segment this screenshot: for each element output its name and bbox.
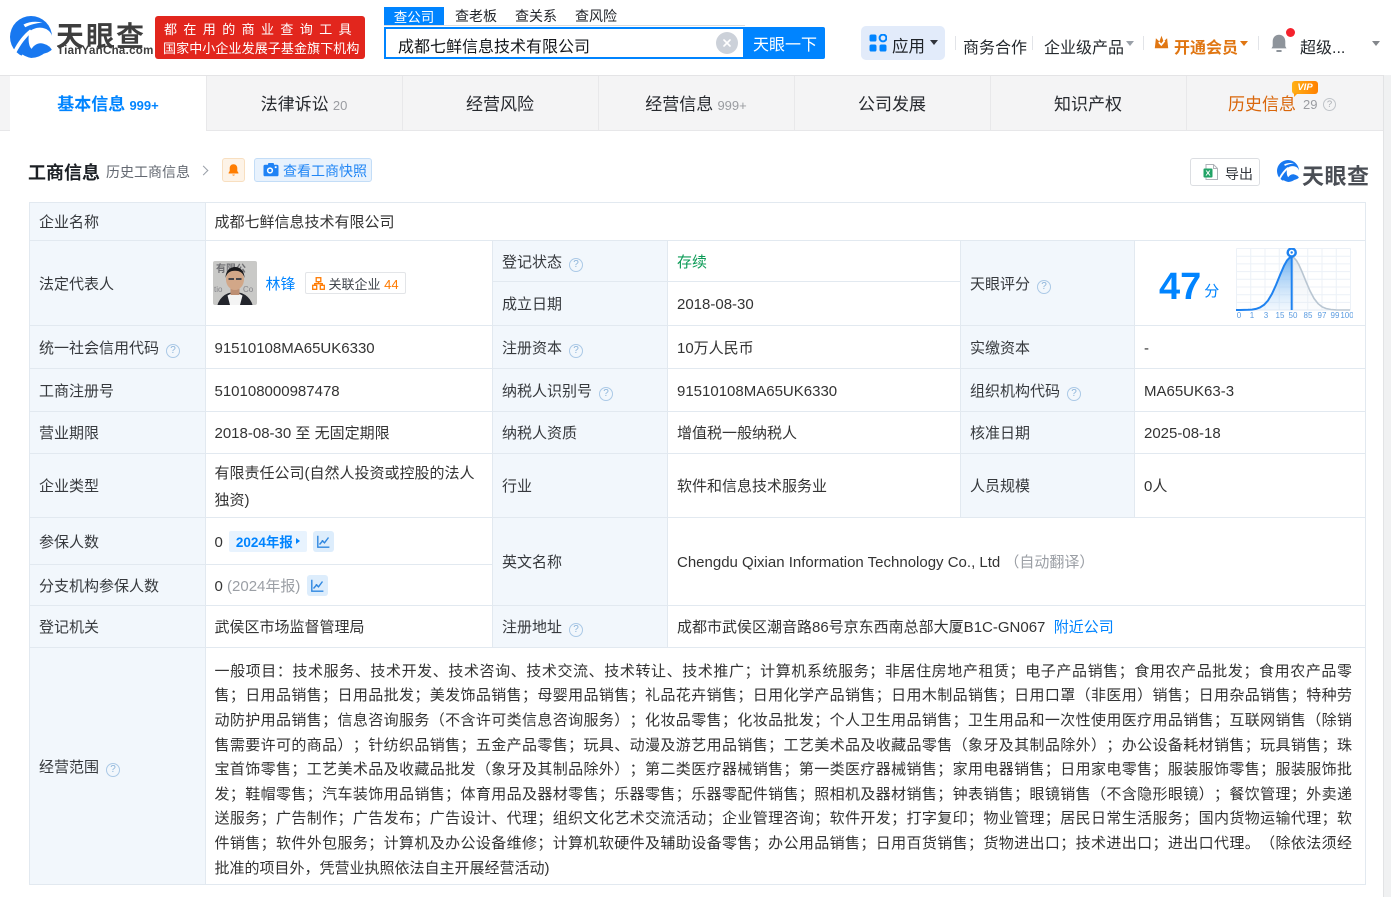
svg-text:85: 85 (1304, 311, 1313, 319)
svg-text:15: 15 (1276, 311, 1285, 319)
svg-text:1: 1 (1250, 311, 1255, 319)
svg-text:3: 3 (1264, 311, 1269, 319)
svg-text:tio: tio (214, 284, 223, 295)
svg-text:97: 97 (1318, 311, 1327, 319)
svg-text:Co: Co (243, 284, 254, 295)
svg-text:99: 99 (1331, 311, 1340, 319)
svg-text:100: 100 (1341, 311, 1354, 319)
svg-text:0: 0 (1237, 311, 1242, 319)
svg-text:50: 50 (1289, 311, 1298, 319)
svg-text:X: X (1205, 169, 1210, 178)
